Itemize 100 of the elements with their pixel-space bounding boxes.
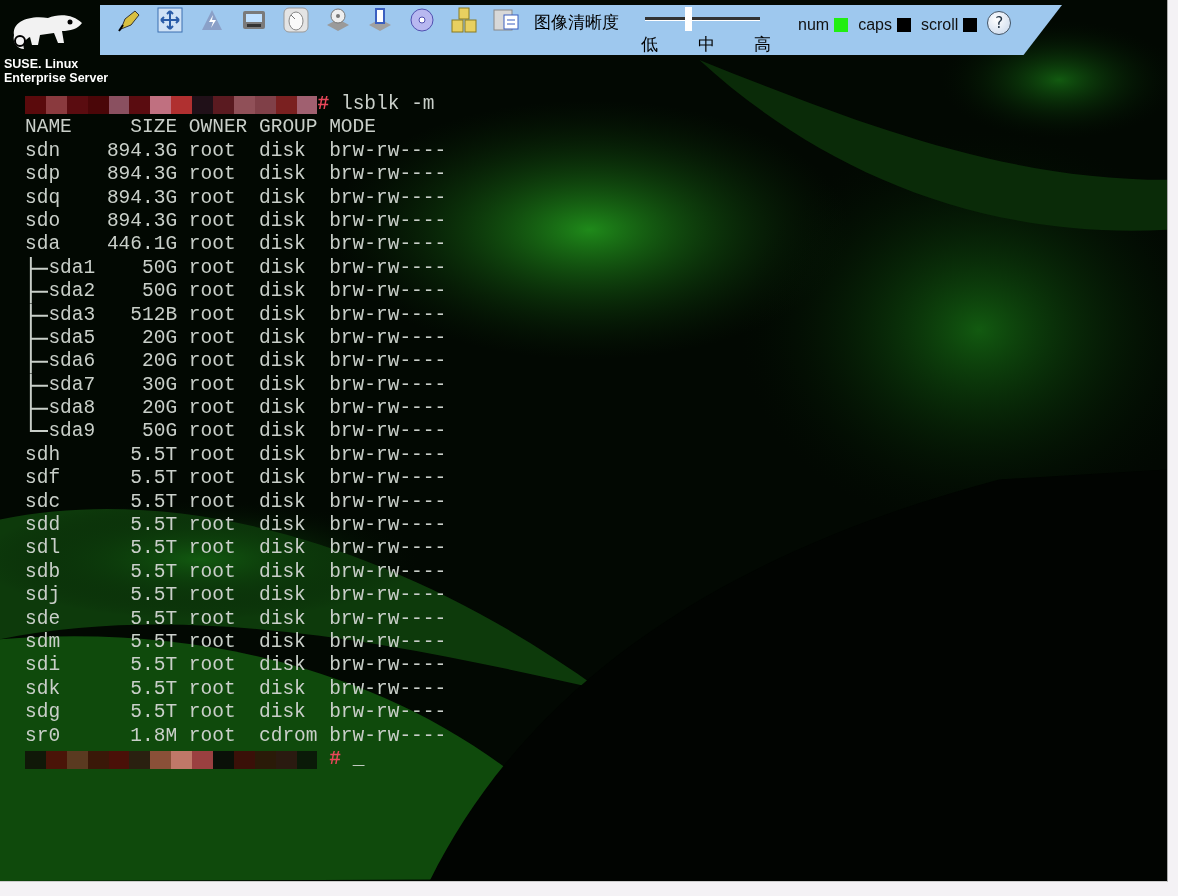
device-group: disk: [259, 654, 318, 678]
device-size: 5.5T: [129, 560, 178, 585]
device-name: sdo: [25, 209, 61, 234]
device-group: disk: [259, 443, 318, 468]
device-name: sdc: [25, 490, 61, 515]
help-button[interactable]: ?: [987, 11, 1012, 35]
indicator-label: scroll: [920, 15, 959, 35]
device-owner: root: [188, 631, 237, 655]
device-owner: root: [188, 654, 237, 678]
device-group: disk: [259, 607, 318, 631]
device-name: sdl: [25, 537, 61, 561]
device-owner: root: [188, 186, 237, 210]
device-size: 5.5T: [129, 701, 178, 725]
device-owner: root: [188, 373, 237, 398]
device-name: sda7: [48, 373, 96, 398]
device-mode: brw-rw----: [329, 209, 447, 234]
prompt-symbol: #: [317, 93, 330, 117]
device-owner: root: [188, 537, 237, 561]
window-switch-icon[interactable]: [492, 6, 520, 34]
device-mode: brw-rw----: [329, 584, 447, 608]
device-group: disk: [259, 209, 318, 234]
device-owner: root: [188, 163, 237, 187]
device-size: 50G: [141, 256, 178, 281]
slider-tick-label: 高: [754, 33, 771, 56]
device-owner: root: [188, 584, 237, 608]
device-mode: brw-rw----: [329, 303, 447, 327]
device-name: sdi: [25, 654, 61, 678]
device-size: 5.5T: [129, 631, 178, 655]
device-name: sda3: [48, 303, 96, 327]
cursor: _: [351, 747, 365, 772]
column-header: GROUP: [259, 116, 318, 140]
slider-thumb[interactable]: [684, 7, 692, 31]
device-mode: brw-rw----: [329, 373, 447, 398]
device-name: sdg: [25, 701, 61, 725]
device-size: 5.5T: [129, 677, 178, 702]
device-name: sdk: [25, 677, 61, 702]
device-group: disk: [259, 631, 318, 655]
device-size: 50G: [141, 280, 178, 304]
device-owner: root: [188, 350, 237, 374]
device-size: 894.3G: [106, 209, 178, 234]
device-group: disk: [259, 373, 318, 398]
device-size: 5.5T: [129, 537, 178, 561]
device-name: sdq: [25, 186, 61, 210]
device-size: 5.5T: [129, 607, 178, 631]
device-mode: brw-rw----: [329, 443, 447, 468]
device-owner: root: [188, 280, 237, 304]
device-owner: root: [188, 560, 237, 585]
device-mode: brw-rw----: [329, 397, 447, 421]
device-name: sr0: [25, 724, 61, 748]
device-size: 5.5T: [129, 490, 178, 515]
device-mode: brw-rw----: [329, 514, 447, 538]
device-mode: brw-rw----: [329, 233, 447, 257]
device-size: 50G: [141, 420, 178, 444]
device-mode: brw-rw----: [329, 490, 447, 515]
indicator-label: num: [798, 15, 830, 35]
device-name: sdb: [25, 560, 61, 585]
mouse-icon[interactable]: [282, 6, 310, 34]
device-group: disk: [259, 514, 318, 538]
device-mode: brw-rw----: [329, 677, 447, 702]
device-owner: root: [188, 490, 237, 515]
device-group: disk: [259, 701, 318, 725]
device-mode: brw-rw----: [329, 139, 447, 164]
device-owner: root: [188, 514, 237, 538]
device-size: 5.5T: [129, 654, 178, 678]
device-mode: brw-rw----: [329, 467, 447, 491]
device-size: 894.3G: [106, 139, 178, 164]
device-group: disk: [259, 256, 318, 281]
device-size: 5.5T: [129, 584, 178, 608]
device-size: 20G: [141, 397, 178, 421]
device-name: sdj: [25, 584, 61, 608]
device-mode: brw-rw----: [329, 607, 447, 631]
device-size: 30G: [141, 373, 178, 398]
device-owner: root: [188, 443, 237, 468]
device-owner: root: [188, 303, 237, 327]
device-size: 894.3G: [106, 163, 178, 187]
device-size: 512B: [129, 303, 178, 327]
device-group: disk: [259, 303, 318, 327]
device-group: disk: [259, 163, 318, 187]
device-owner: root: [188, 701, 237, 725]
indicator-label: caps: [858, 15, 892, 35]
device-size: 894.3G: [106, 186, 178, 210]
device-name: sda6: [48, 350, 96, 374]
device-size: 1.8M: [129, 724, 178, 748]
device-size: 20G: [141, 326, 178, 351]
device-size: 446.1G: [106, 233, 178, 257]
device-owner: root: [188, 677, 237, 702]
device-group: disk: [259, 420, 318, 444]
device-owner: root: [188, 420, 237, 444]
device-owner: root: [188, 209, 237, 234]
device-group: disk: [259, 537, 318, 561]
device-name: sdp: [25, 163, 61, 187]
device-mode: brw-rw----: [329, 420, 447, 444]
move-icon[interactable]: [156, 6, 184, 34]
cd-icon[interactable]: [408, 6, 436, 34]
device-name: sda5: [48, 326, 96, 351]
device-owner: root: [188, 724, 237, 748]
device-name: sdd: [25, 514, 61, 538]
brand-name: SUSE. Linux: [4, 57, 80, 71]
device-group: disk: [259, 280, 318, 304]
device-size: 5.5T: [129, 467, 178, 491]
